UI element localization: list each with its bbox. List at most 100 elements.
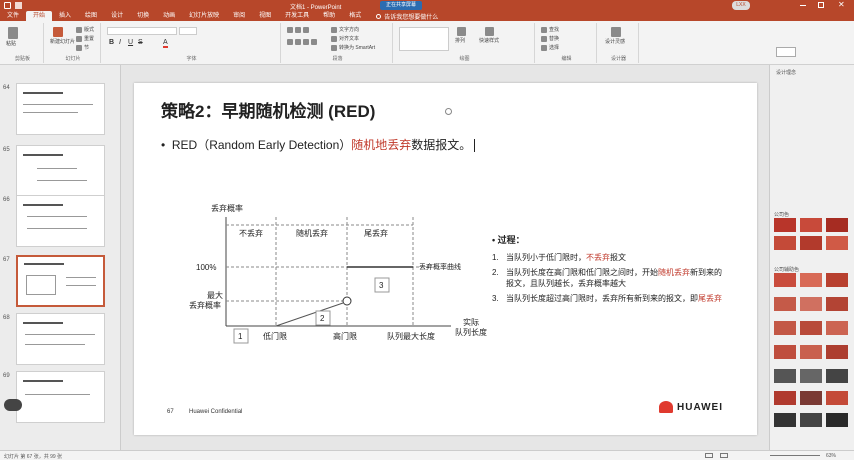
- design-tile[interactable]: [774, 218, 796, 232]
- new-slide-button[interactable]: 新建幻灯片: [50, 27, 75, 45]
- layout-icon: [76, 26, 82, 33]
- font-name-box[interactable]: [107, 27, 177, 35]
- comments-button[interactable]: [776, 47, 796, 57]
- design-tile[interactable]: [826, 321, 848, 335]
- chat-bubble-icon[interactable]: [4, 399, 22, 411]
- smartart-button[interactable]: 转换为 SmartArt: [331, 44, 375, 51]
- quick-styles-button[interactable]: 快速样式: [479, 27, 499, 44]
- bullets-icon[interactable]: [287, 27, 311, 33]
- process-item: 3. 当队列长度超过高门限时，丢弃所有新到来的报文，即尾丢弃: [492, 294, 722, 303]
- tab-draw[interactable]: 绘图: [78, 11, 104, 21]
- zoom-slider[interactable]: [770, 455, 820, 456]
- design-tile[interactable]: [774, 369, 796, 383]
- reset-button[interactable]: 重置: [76, 35, 94, 42]
- quick-styles-icon: [485, 27, 494, 36]
- design-tile[interactable]: [774, 345, 796, 359]
- paste-button[interactable]: 粘贴: [6, 27, 18, 47]
- tell-me-search[interactable]: 告诉我您想要做什么: [376, 12, 438, 21]
- design-tile[interactable]: [826, 297, 848, 311]
- tab-format[interactable]: 格式: [342, 11, 368, 21]
- thumbnail-slide[interactable]: [16, 145, 105, 197]
- autosave-icon[interactable]: [4, 2, 11, 9]
- layout-button[interactable]: 版式: [76, 26, 94, 33]
- strikethrough-icon[interactable]: S: [138, 39, 143, 46]
- design-tile[interactable]: [826, 218, 848, 232]
- design-tile[interactable]: [826, 369, 848, 383]
- slide-thumbnails[interactable]: 64 65 66 67 68 69: [0, 65, 121, 450]
- select-button[interactable]: 选择: [541, 44, 559, 51]
- thumbnail-number: 66: [3, 197, 10, 203]
- process-section[interactable]: • 过程： 1. 当队列小于低门限时，不丢弃报文 2. 当队列长度在高门限和低门…: [492, 235, 722, 304]
- design-tile[interactable]: [826, 236, 848, 250]
- design-tile[interactable]: [774, 297, 796, 311]
- design-tile[interactable]: [800, 413, 822, 427]
- bold-icon[interactable]: B: [109, 39, 114, 46]
- slide-title[interactable]: 策略2：早期随机检测 (RED): [161, 97, 375, 122]
- align-text-button[interactable]: 对齐文本: [331, 35, 359, 42]
- thumbnail-slide[interactable]: [16, 313, 105, 365]
- window-title: 文档1 - PowerPoint: [290, 5, 342, 11]
- tab-transitions[interactable]: 切换: [130, 11, 156, 21]
- tab-help[interactable]: 帮助: [316, 11, 342, 21]
- design-tile[interactable]: [800, 218, 822, 232]
- design-tile[interactable]: [800, 369, 822, 383]
- design-tile[interactable]: [774, 391, 796, 405]
- tab-review[interactable]: 审阅: [226, 11, 252, 21]
- design-ideas-button[interactable]: 设计灵感: [605, 27, 625, 45]
- replace-button[interactable]: 替换: [541, 35, 559, 42]
- zoom-level[interactable]: 63%: [826, 453, 836, 459]
- design-tile[interactable]: [826, 345, 848, 359]
- design-tile[interactable]: [826, 413, 848, 427]
- design-tile[interactable]: [800, 273, 822, 287]
- design-tile[interactable]: [800, 391, 822, 405]
- tab-animations[interactable]: 动画: [156, 11, 182, 21]
- text-direction-button[interactable]: 文字方向: [331, 26, 359, 33]
- thumbnail-slide[interactable]: [16, 195, 105, 247]
- underline-icon[interactable]: U: [128, 39, 133, 46]
- design-tile[interactable]: [774, 321, 796, 335]
- tab-design[interactable]: 设计: [104, 11, 130, 21]
- text-cursor: [474, 139, 476, 153]
- align-icon[interactable]: [287, 39, 319, 45]
- design-tile[interactable]: [826, 391, 848, 405]
- tab-insert[interactable]: 插入: [52, 11, 78, 21]
- find-button[interactable]: 查找: [541, 26, 559, 33]
- process-title: • 过程：: [492, 235, 525, 245]
- normal-view-icon[interactable]: [720, 453, 728, 458]
- minimize-icon[interactable]: [800, 5, 806, 6]
- maximize-icon[interactable]: [818, 2, 824, 8]
- save-icon[interactable]: [15, 2, 22, 9]
- font-color-icon[interactable]: A: [163, 39, 168, 48]
- font-size-box[interactable]: [179, 27, 197, 35]
- arrange-button[interactable]: 排列: [455, 27, 466, 44]
- shapes-gallery[interactable]: [399, 27, 449, 51]
- design-tile[interactable]: [826, 273, 848, 287]
- close-icon[interactable]: ✕: [838, 0, 845, 9]
- slide[interactable]: 策略2：早期随机检测 (RED) • RED（Random Early Dete…: [134, 83, 757, 435]
- notes-icon[interactable]: [705, 453, 713, 458]
- thumbnail-slide-selected[interactable]: [16, 255, 105, 307]
- share-button[interactable]: 正在共享屏幕: [380, 1, 423, 10]
- design-tile[interactable]: [800, 321, 822, 335]
- italic-icon[interactable]: I: [119, 39, 121, 46]
- design-tile[interactable]: [774, 236, 796, 250]
- rotate-handle-icon[interactable]: [445, 108, 452, 115]
- tab-home[interactable]: 开始: [26, 11, 53, 21]
- design-tile[interactable]: [774, 273, 796, 287]
- avatar[interactable]: LXX: [732, 1, 750, 10]
- bullet-line[interactable]: • RED（Random Early Detection）随机地丢弃数据报文。: [161, 136, 476, 153]
- section-button[interactable]: 节: [76, 44, 89, 51]
- tab-developer[interactable]: 开发工具: [278, 11, 316, 21]
- design-tile[interactable]: [774, 413, 796, 427]
- design-tile[interactable]: [800, 345, 822, 359]
- group-clipboard: 粘贴 剪贴板: [2, 23, 44, 63]
- thumbnail-slide[interactable]: [16, 371, 105, 423]
- tab-slideshow[interactable]: 幻灯片放映: [182, 11, 226, 21]
- design-tile[interactable]: [800, 297, 822, 311]
- tab-view[interactable]: 视图: [252, 11, 278, 21]
- bullet-highlight: 随机地丢弃: [351, 138, 412, 152]
- tab-file[interactable]: 文件: [0, 11, 26, 21]
- thumbnail-slide[interactable]: [16, 83, 105, 135]
- x-label-high: 高门限: [333, 331, 357, 341]
- design-tile[interactable]: [800, 236, 822, 250]
